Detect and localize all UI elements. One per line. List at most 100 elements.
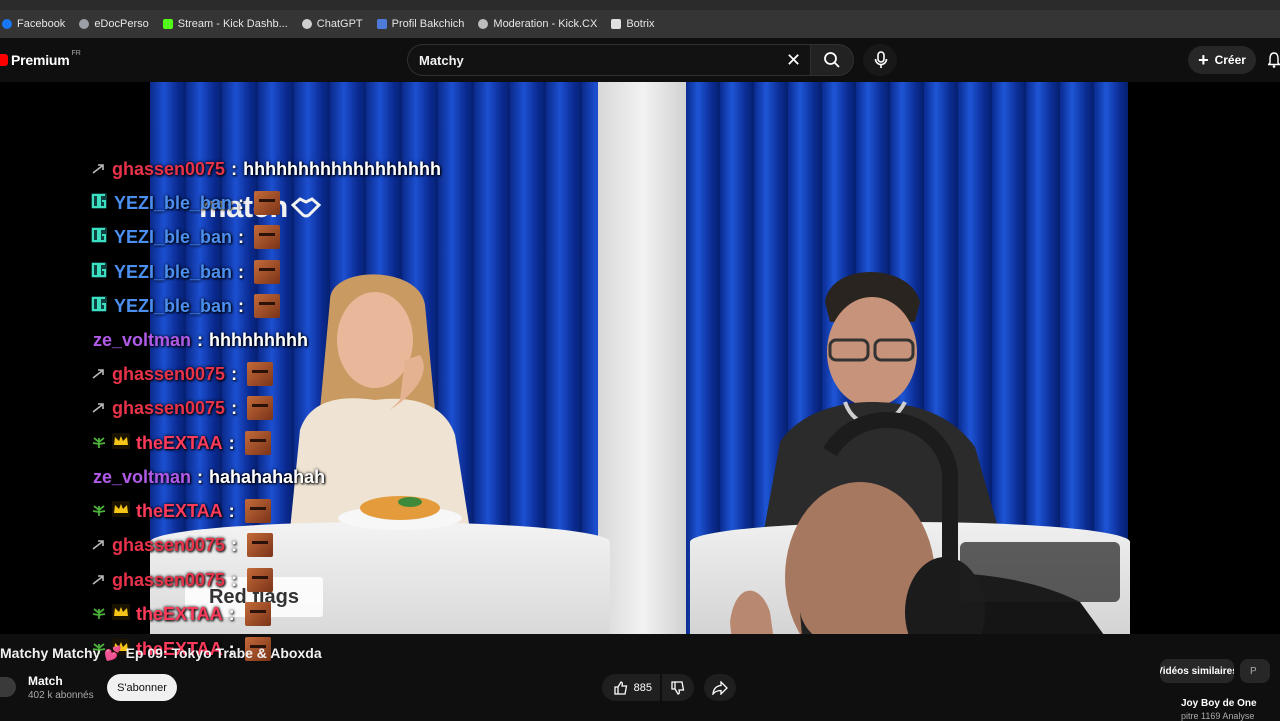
chat-username[interactable]: theEXTAA xyxy=(136,604,223,625)
leaf-badge-icon xyxy=(92,433,106,454)
chat-username[interactable]: ghassen0075 xyxy=(112,535,225,556)
share-button[interactable] xyxy=(704,674,736,701)
bookmarks-bar: Facebook eDocPerso Stream - Kick Dashb... C… xyxy=(0,10,1280,38)
chat-message: ze_voltman: hahahahahah xyxy=(93,460,325,494)
chat-message: YEZI_ble_ban: xyxy=(90,289,281,323)
chatgpt-icon xyxy=(301,19,312,29)
chat-username[interactable]: ghassen0075 xyxy=(112,159,225,180)
recommended-video-title[interactable]: Joy Boy de One xyxy=(1181,698,1257,709)
chat-username[interactable]: YEZI_ble_ban xyxy=(114,262,232,283)
bookmark-label: Profil Bakchich xyxy=(391,18,465,30)
filter-chip[interactable]: P xyxy=(1240,659,1270,683)
chat-message: ze_voltman: hhhhhhhhh xyxy=(93,323,308,357)
chat-username[interactable]: ghassen0075 xyxy=(112,398,225,419)
chat-username[interactable]: YEZI_ble_ban xyxy=(114,193,232,214)
channel-name[interactable]: Match xyxy=(28,674,63,688)
notifications-icon[interactable] xyxy=(1266,52,1280,73)
chat-username[interactable]: YEZI_ble_ban xyxy=(114,227,232,248)
chat-username[interactable]: ghassen0075 xyxy=(112,570,225,591)
chat-message: ghassen0075: xyxy=(92,391,274,425)
thumbs-down-icon xyxy=(671,681,685,695)
chat-separator: : xyxy=(231,397,238,418)
chat-username[interactable]: ghassen0075 xyxy=(112,364,225,385)
chat-message: ghassen0075: xyxy=(92,563,274,597)
streamer-webcam xyxy=(730,412,1120,634)
chat-emote-icon xyxy=(244,602,271,626)
og-badge-icon xyxy=(90,226,108,249)
chat-emote-icon xyxy=(254,225,281,249)
video-title: Matchy Matchy 💕 Ep 09: Tokyo Trabe & Abo… xyxy=(0,645,322,661)
chat-text: hahahahahah xyxy=(209,466,326,487)
chat-username[interactable]: theEXTAA xyxy=(136,433,223,454)
chat-message: theEXTAA: xyxy=(92,597,271,631)
bookmark-item[interactable]: eDocPerso xyxy=(79,18,149,30)
chat-message: ghassen0075: xyxy=(92,528,274,562)
og-badge-icon xyxy=(90,192,108,215)
facebook-icon xyxy=(2,19,12,29)
bookmark-item[interactable]: Profil Bakchich xyxy=(376,18,465,30)
chat-separator: : xyxy=(197,329,204,350)
bookmark-item[interactable]: ChatGPT xyxy=(301,18,363,30)
chat-message: theEXTAA: xyxy=(92,494,271,528)
create-button[interactable]: + Créer xyxy=(1188,46,1256,74)
chat-emote-icon xyxy=(254,260,281,284)
food-plate xyxy=(338,496,462,530)
bookmark-item[interactable]: Facebook xyxy=(2,18,65,30)
bookmark-item[interactable]: Moderation - Kick.CX xyxy=(478,18,597,30)
channel-avatar[interactable] xyxy=(0,677,16,697)
chat-separator: : xyxy=(231,569,238,590)
search-icon xyxy=(824,52,840,68)
youtube-logo[interactable]: Premium FR xyxy=(0,49,81,68)
chat-separator: : xyxy=(231,158,238,179)
chat-separator: : xyxy=(238,192,245,213)
crown-badge-icon xyxy=(112,500,130,522)
bookmark-label: ChatGPT xyxy=(316,18,363,30)
chat-separator: : xyxy=(231,363,238,384)
crown-badge-icon xyxy=(112,603,130,625)
bookmark-item[interactable]: Stream - Kick Dashb... xyxy=(162,18,288,30)
chat-separator: : xyxy=(231,534,238,555)
subscribe-button[interactable]: S'abonner xyxy=(107,674,177,701)
chat-emote-icon xyxy=(254,294,281,318)
chat-username[interactable]: ze_voltman xyxy=(93,330,191,351)
create-label: Créer xyxy=(1214,53,1246,67)
chat-text: hhhhhhhhhhhhhhhhhh xyxy=(243,158,441,179)
bookmark-label: Moderation - Kick.CX xyxy=(493,18,598,30)
kick-icon xyxy=(162,19,173,29)
gear-icon xyxy=(478,19,489,29)
channel-subscriber-count: 402 k abonnés xyxy=(28,690,94,701)
share-icon xyxy=(712,681,728,695)
chat-username[interactable]: theEXTAA xyxy=(136,501,223,522)
like-button[interactable]: 885 xyxy=(602,674,660,701)
leaf-badge-icon xyxy=(92,604,106,625)
search-query: Matchy xyxy=(419,52,464,68)
chat-message: theEXTAA: xyxy=(92,426,271,460)
og-badge-icon xyxy=(90,261,108,284)
chat-separator: : xyxy=(238,226,245,247)
microphone-icon xyxy=(874,51,888,68)
chat-username[interactable]: YEZI_ble_ban xyxy=(114,296,232,317)
chat-username[interactable]: ze_voltman xyxy=(93,467,191,488)
bookmark-item[interactable]: Botrix xyxy=(611,18,654,30)
browser-tab-strip xyxy=(0,0,1280,10)
chat-message: YEZI_ble_ban: xyxy=(90,186,281,220)
search-input[interactable]: Matchy xyxy=(407,44,813,76)
chat-separator: : xyxy=(238,295,245,316)
chat-separator: : xyxy=(228,603,235,624)
voice-search-button[interactable] xyxy=(863,44,897,76)
dislike-button[interactable] xyxy=(662,674,694,701)
chat-emote-icon xyxy=(244,431,271,455)
related-videos-chip[interactable]: Vidéos similaires xyxy=(1160,659,1234,683)
bookmark-label: eDocPerso xyxy=(94,18,149,30)
search-button[interactable] xyxy=(810,44,854,76)
chat-emote-icon xyxy=(247,362,274,386)
chat-emote-icon xyxy=(247,568,274,592)
clear-search-icon[interactable]: ✕ xyxy=(786,51,801,69)
bakchich-icon xyxy=(376,19,387,29)
logo-region: FR xyxy=(71,49,81,57)
chat-separator: : xyxy=(228,432,235,453)
chat-message: ghassen0075: xyxy=(92,357,274,391)
chat-emote-icon xyxy=(244,499,271,523)
arrow-badge-icon xyxy=(92,364,106,385)
white-divider-wall xyxy=(598,82,688,634)
